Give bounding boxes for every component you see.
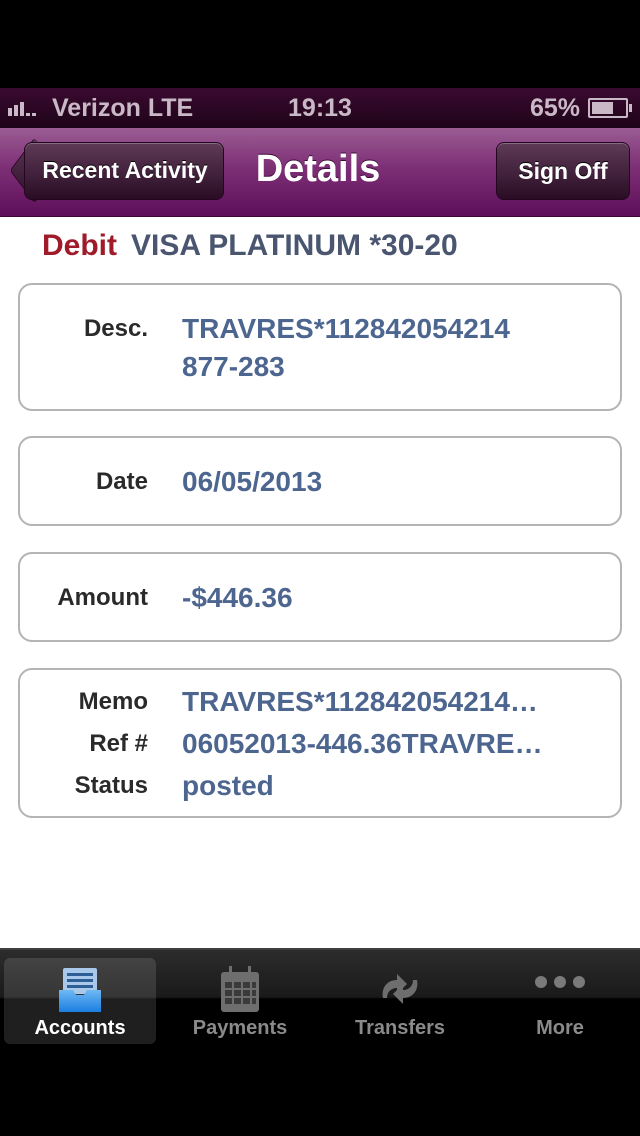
description-card: Desc. TRAVRES*112842054214 877-283 xyxy=(18,283,622,411)
transaction-heading: Debit VISA PLATINUM *30-20 xyxy=(42,229,458,263)
account-name: VISA PLATINUM *30-20 xyxy=(131,229,458,262)
tab-accounts[interactable]: Accounts xyxy=(4,958,156,1044)
calendar-icon xyxy=(221,966,259,1012)
tab-payments-label: Payments xyxy=(192,1017,288,1039)
desc-label: Desc. xyxy=(83,315,148,342)
amount-label: Amount xyxy=(57,584,148,611)
tab-transfers[interactable]: Transfers xyxy=(324,958,476,1044)
tab-more[interactable]: More xyxy=(484,958,636,1044)
date-value: 06/05/2013 xyxy=(182,466,323,497)
status-bar: Verizon LTE 19:13 65% xyxy=(0,88,640,128)
ref-value: 06052013-446.36TRAVRE… xyxy=(182,728,543,759)
memo-value: TRAVRES*112842054214… xyxy=(182,686,538,717)
date-card: Date 06/05/2013 xyxy=(18,436,622,526)
tab-more-label: More xyxy=(536,1017,584,1039)
transaction-type: Debit xyxy=(42,229,117,262)
status-label: Status xyxy=(74,772,148,799)
battery-icon xyxy=(588,98,632,118)
tab-bar: Accounts Payments Transfers More xyxy=(0,948,640,1048)
tab-transfers-label: Transfers xyxy=(354,1017,446,1039)
status-value: posted xyxy=(182,770,274,801)
date-label: Date xyxy=(95,468,148,495)
amount-card: Amount -$446.36 xyxy=(18,552,622,642)
memo-card: Memo TRAVRES*112842054214… Ref # 0605201… xyxy=(18,668,622,818)
tab-payments[interactable]: Payments xyxy=(164,958,316,1044)
memo-label: Memo xyxy=(78,688,148,715)
tab-accounts-label: Accounts xyxy=(34,1017,126,1039)
desc-value-line1: TRAVRES*112842054214 xyxy=(182,313,510,344)
desc-value-line2: 877-283 xyxy=(182,351,285,382)
more-dots-icon xyxy=(535,976,585,988)
navigation-bar: Recent Activity Details Sign Off xyxy=(0,128,640,217)
sign-off-button[interactable]: Sign Off xyxy=(496,142,630,200)
amount-value: -$446.36 xyxy=(182,582,293,613)
transfer-arrows-icon xyxy=(382,974,418,1004)
battery-percent: 65% xyxy=(529,94,580,122)
details-content: Debit VISA PLATINUM *30-20 Desc. TRAVRES*… xyxy=(0,217,640,948)
inbox-tray-icon xyxy=(59,968,101,1012)
ref-label: Ref # xyxy=(89,730,148,757)
